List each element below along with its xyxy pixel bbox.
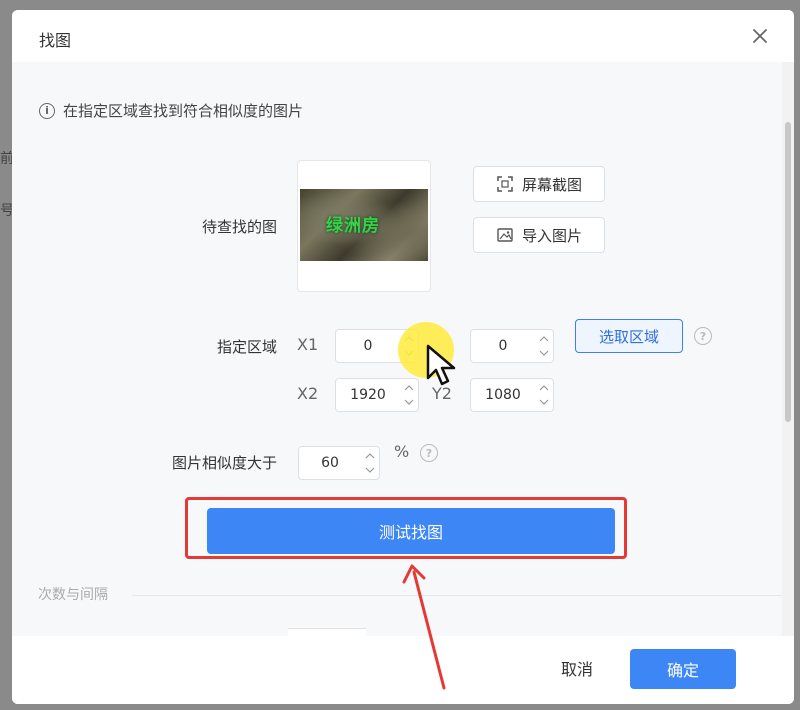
y1-stepper-arrows xyxy=(535,330,553,362)
target-image-preview[interactable]: 绿洲房 xyxy=(297,160,431,292)
similarity-unit: % xyxy=(394,442,410,461)
dialog-title: 找图 xyxy=(39,31,72,50)
scrollbar-thumb[interactable] xyxy=(785,122,791,422)
screenshot-button-label: 屏幕截图 xyxy=(521,175,582,194)
chevron-up-icon xyxy=(404,385,414,391)
screenshot-icon xyxy=(497,176,513,192)
dialog-footer: 取消 确定 xyxy=(12,636,794,704)
y2-decrement[interactable] xyxy=(535,394,553,410)
find-image-dialog: 找图 i 在指定区域查找到符合相似度的图片 待查找的图 绿洲房 屏幕截图 导入图… xyxy=(12,10,794,704)
x1-input[interactable] xyxy=(336,330,400,362)
target-image-thumbnail: 绿洲房 xyxy=(300,189,428,261)
y2-stepper[interactable] xyxy=(470,378,554,412)
close-icon xyxy=(753,29,767,43)
info-text: 在指定区域查找到符合相似度的图片 xyxy=(63,102,304,120)
select-region-button[interactable]: 选取区域 xyxy=(575,319,683,353)
chevron-up-icon xyxy=(539,385,549,391)
chevron-down-icon xyxy=(404,399,414,405)
x2-label: X2 xyxy=(297,384,319,403)
x2-stepper-arrows xyxy=(400,379,418,411)
y2-stepper-arrows xyxy=(535,379,553,411)
info-row: i 在指定区域查找到符合相似度的图片 xyxy=(39,100,303,121)
similarity-label: 图片相似度大于 xyxy=(171,454,277,472)
similarity-help-icon[interactable]: ? xyxy=(420,444,438,462)
y1-input[interactable] xyxy=(471,330,535,362)
y1-decrement[interactable] xyxy=(535,345,553,361)
info-icon: i xyxy=(39,102,55,119)
chevron-up-icon xyxy=(539,336,549,342)
cancel-button[interactable]: 取消 xyxy=(542,650,612,686)
partial-field xyxy=(288,628,366,636)
test-find-image-button[interactable]: 测试找图 xyxy=(207,508,615,554)
confirm-button[interactable]: 确定 xyxy=(630,649,736,689)
screenshot-button[interactable]: 屏幕截图 xyxy=(473,166,605,202)
scrollbar-track[interactable] xyxy=(782,62,794,636)
similarity-input[interactable] xyxy=(299,447,361,479)
x1-label: X1 xyxy=(297,335,319,354)
dialog-header: 找图 xyxy=(12,10,794,60)
similarity-decrement[interactable] xyxy=(361,462,379,478)
y1-stepper[interactable] xyxy=(470,329,554,363)
help-icon[interactable]: ? xyxy=(694,327,712,345)
x2-input[interactable] xyxy=(336,379,400,411)
chevron-down-icon xyxy=(365,467,375,473)
thumbnail-text: 绿洲房 xyxy=(326,216,380,236)
close-button[interactable] xyxy=(748,24,772,48)
similarity-stepper[interactable] xyxy=(298,446,380,480)
target-image-label: 待查找的图 xyxy=(201,218,277,236)
image-icon xyxy=(497,228,513,242)
section-label-count-interval: 次数与间隔 xyxy=(38,587,108,603)
dialog-body: i 在指定区域查找到符合相似度的图片 待查找的图 绿洲房 屏幕截图 导入图片 指… xyxy=(12,62,782,636)
x2-decrement[interactable] xyxy=(400,394,418,410)
import-image-button-label: 导入图片 xyxy=(521,226,582,245)
chevron-down-icon xyxy=(539,399,549,405)
x2-stepper[interactable] xyxy=(335,378,419,412)
section-divider xyxy=(132,595,782,596)
mouse-cursor-icon xyxy=(426,344,456,386)
region-label: 指定区域 xyxy=(216,338,277,356)
y2-input[interactable] xyxy=(471,379,535,411)
chevron-down-icon xyxy=(539,350,549,356)
chevron-up-icon xyxy=(365,453,375,459)
import-image-button[interactable]: 导入图片 xyxy=(473,217,605,253)
similarity-stepper-arrows xyxy=(361,447,379,479)
